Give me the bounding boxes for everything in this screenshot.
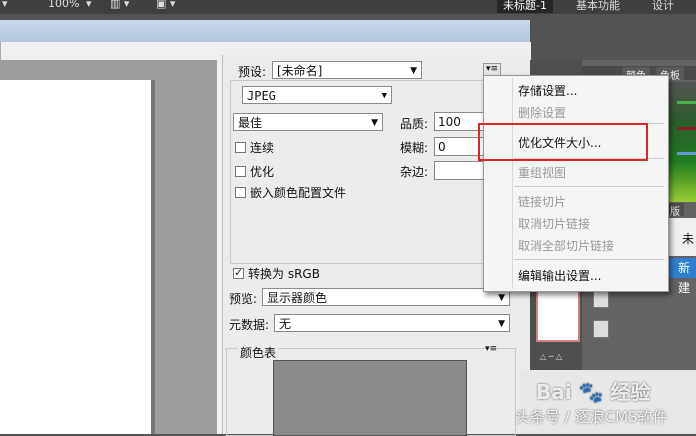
document-icon[interactable] xyxy=(593,290,609,308)
chevron-down-icon: ▼ xyxy=(371,118,378,128)
screen-mode-icon[interactable]: ▣ ▾ xyxy=(156,0,175,10)
panel-menu-icon[interactable]: ▾≡ xyxy=(483,344,499,356)
menu-item-unlink-all-slices: 取消全部切片链接 xyxy=(518,239,615,253)
color-slider-bar xyxy=(677,152,696,155)
format-value: JPEG xyxy=(247,89,276,103)
application-bar: ▾ 100% ▾ ▥ ▾ ▣ ▾ 未标题-1 基本功能 设计 xyxy=(0,0,696,14)
optimized-checkbox[interactable] xyxy=(235,166,246,177)
progressive-label: 连续 xyxy=(250,141,275,155)
preset-label: 预设: xyxy=(238,65,267,79)
menu-item-unlink-slice: 取消切片链接 xyxy=(518,217,591,231)
embed-profile-label: 嵌入颜色配置文件 xyxy=(250,186,347,200)
menu-item-delete-settings: 删除设置 xyxy=(518,106,567,120)
color-slider-area[interactable] xyxy=(667,82,696,202)
dialog-title-bar xyxy=(0,20,530,42)
metadata-label: 元数据: xyxy=(229,318,270,332)
menu-item-link-slices: 链接切片 xyxy=(518,195,567,209)
panel-text-partial: 未 xyxy=(682,232,695,246)
zoom-level[interactable]: 100% xyxy=(48,0,79,10)
color-table-label: 颜色表 xyxy=(238,344,279,361)
watermark-credit: 头条号 / 逐浪CMS软件 xyxy=(515,408,668,426)
quality-preset-select[interactable]: 最佳 ▼ xyxy=(233,113,383,131)
image-preview[interactable] xyxy=(0,80,152,434)
blur-label: 模糊: xyxy=(400,141,429,155)
menu-separator xyxy=(514,259,664,260)
preview-value: 显示器颜色 xyxy=(267,291,328,305)
embed-profile-checkbox[interactable] xyxy=(235,187,246,198)
menu-item-edit-output-settings[interactable]: 编辑输出设置... xyxy=(518,267,601,284)
menu-separator xyxy=(514,186,664,187)
chevron-down-icon: ▼ xyxy=(410,66,417,76)
workspace-tab-design[interactable]: 设计 xyxy=(652,0,674,13)
menu-item-repopulate-views: 重组视图 xyxy=(518,166,567,180)
highlight-box xyxy=(478,123,648,161)
view-extras-icon[interactable]: ▥ ▾ xyxy=(110,0,129,10)
preview-select[interactable]: 显示器颜色 ▼ xyxy=(262,288,510,306)
format-select[interactable]: JPEG ▼ xyxy=(242,86,392,104)
progressive-checkbox[interactable] xyxy=(235,142,246,153)
chevron-down-icon[interactable]: ▾ xyxy=(2,0,8,10)
optimized-label: 优化 xyxy=(250,165,275,179)
layer-thumbnail[interactable] xyxy=(536,284,580,342)
pages-icon[interactable] xyxy=(593,320,609,338)
watermark-brand-cn: 经验 xyxy=(610,380,651,404)
color-slider-bar xyxy=(677,101,696,104)
watermark-brand: Bai 🐾 经验 xyxy=(536,376,650,405)
preview-shadow xyxy=(151,80,155,434)
panel-options-menu: 存储设置... 删除设置 优化文件大小... 重组视图 链接切片 取消切片链接 … xyxy=(483,75,669,292)
chevron-down-icon: ▼ xyxy=(498,319,505,329)
zoom-slider-icon[interactable]: △ ─ △ xyxy=(540,352,580,361)
preset-select[interactable]: [未命名] ▼ xyxy=(272,61,422,79)
workspace-tab-current[interactable]: 未标题-1 xyxy=(497,0,553,13)
menu-gutter xyxy=(512,78,513,289)
metadata-value: 无 xyxy=(279,317,292,331)
chevron-down-icon[interactable]: ▾ xyxy=(86,0,92,10)
convert-srgb-checkbox[interactable] xyxy=(233,266,244,279)
watermark-brand-text: Bai xyxy=(536,380,572,404)
quality-preset-value: 最佳 xyxy=(238,116,263,130)
paw-icon: 🐾 xyxy=(578,380,604,404)
quality-label: 品质: xyxy=(400,117,429,131)
metadata-select[interactable]: 无 ▼ xyxy=(274,314,510,332)
preview-label: 预览: xyxy=(229,292,258,306)
workspace-tab-basic[interactable]: 基本功能 xyxy=(576,0,620,13)
color-slider-bar xyxy=(677,127,696,130)
color-table xyxy=(273,360,467,436)
chevron-down-icon: ▼ xyxy=(381,91,387,101)
matte-label: 杂边: xyxy=(400,165,429,179)
convert-srgb-label: 转换为 sRGB xyxy=(248,267,320,281)
matte-color-field[interactable] xyxy=(434,161,486,180)
menu-item-save-settings[interactable]: 存储设置... xyxy=(518,82,577,99)
preset-value: [未命名] xyxy=(277,64,323,78)
